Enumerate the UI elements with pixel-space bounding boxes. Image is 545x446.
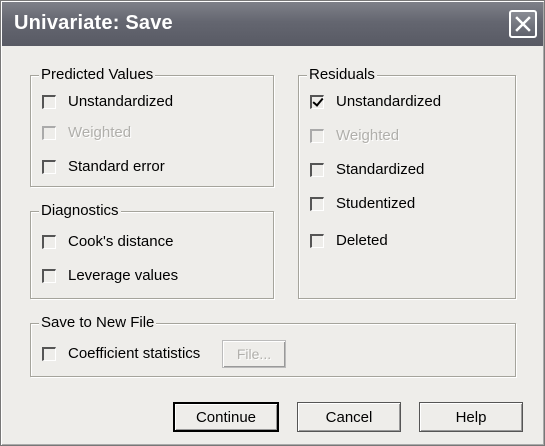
pred-standard-error-checkbox[interactable] [42,160,56,174]
pred-unstandardized-option[interactable]: Unstandardized [42,91,173,113]
resid-weighted-option: Weighted [310,125,399,147]
coefficient-statistics-label: Coefficient statistics [68,345,201,362]
resid-deleted-checkbox[interactable] [310,234,324,248]
resid-deleted-option[interactable]: Deleted [310,230,388,252]
pred-unstandardized-checkbox[interactable] [42,95,56,109]
resid-deleted-label: Deleted [336,232,388,249]
resid-unstandardized-option[interactable]: Unstandardized [310,91,441,113]
resid-standardized-option[interactable]: Standardized [310,159,424,181]
resid-standardized-label: Standardized [336,161,425,178]
diag-leverage-values-option[interactable]: Leverage values [42,265,178,287]
save-to-new-file-label: Save to New File [39,314,157,332]
pred-unstandardized-label: Unstandardized [68,93,174,110]
resid-unstandardized-checkbox[interactable] [310,95,324,109]
diag-cooks-distance-checkbox[interactable] [42,235,56,249]
resid-weighted-label: Weighted [336,127,400,144]
pred-weighted-option: Weighted [42,122,131,144]
resid-unstandardized-label: Unstandardized [336,93,442,110]
pred-weighted-label: Weighted [68,124,132,141]
coefficient-statistics-option[interactable]: Coefficient statistics [42,343,200,365]
help-button[interactable]: Help [419,402,523,432]
predicted-values-label: Predicted Values [39,66,156,84]
diag-cooks-distance-label: Cook's distance [68,233,174,250]
dialog-window: Univariate: Save Predicted Values Unstan… [0,0,545,446]
residuals-label: Residuals [307,66,377,84]
pred-standard-error-label: Standard error [68,158,165,175]
diag-cooks-distance-option[interactable]: Cook's distance [42,231,173,253]
pred-weighted-checkbox [42,126,56,140]
resid-standardized-checkbox[interactable] [310,163,324,177]
resid-weighted-checkbox [310,129,324,143]
resid-studentized-label: Studentized [336,195,416,212]
diag-leverage-values-label: Leverage values [68,267,179,284]
close-button[interactable] [509,10,537,38]
pred-standard-error-option[interactable]: Standard error [42,156,165,178]
continue-button[interactable]: Continue [173,402,279,432]
file-button: File... [222,340,286,368]
cancel-button[interactable]: Cancel [297,402,401,432]
resid-studentized-checkbox[interactable] [310,197,324,211]
dialog-title: Univariate: Save [14,12,173,34]
resid-studentized-option[interactable]: Studentized [310,193,415,215]
close-icon [515,16,531,32]
diag-leverage-values-checkbox[interactable] [42,269,56,283]
diagnostics-label: Diagnostics [39,202,121,220]
title-bar[interactable]: Univariate: Save [2,2,543,46]
coefficient-statistics-checkbox[interactable] [42,347,56,361]
